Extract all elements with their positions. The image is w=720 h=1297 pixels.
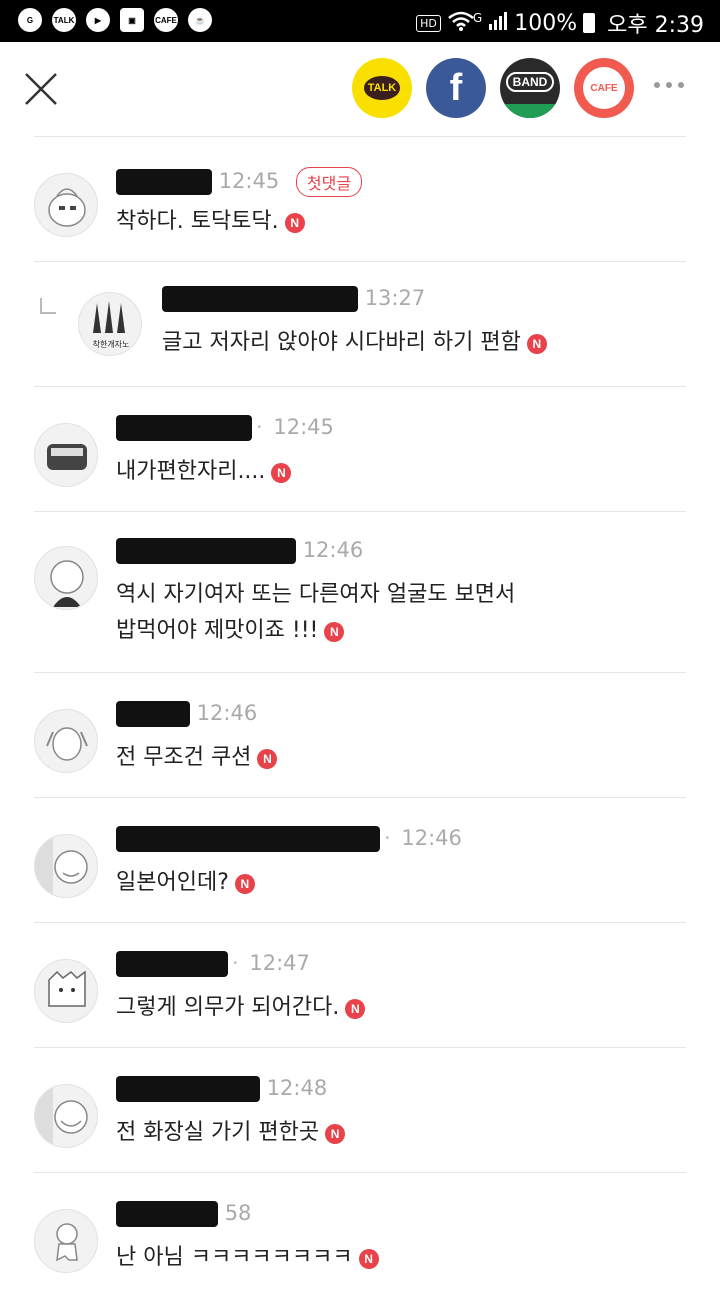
- comment-text: 일본어인데? N: [116, 864, 255, 902]
- comment-item: 12:45 첫댓글 착하다. 토닥토닥. N: [34, 136, 686, 261]
- comment-item: 12:46 역시 자기여자 또는 다른여자 얼굴도 보면서 밥먹어야 제맛이죠 …: [34, 511, 686, 672]
- comment-text: 전 화장실 가기 편한곳 N: [116, 1114, 346, 1152]
- new-badge-icon: N: [526, 334, 547, 354]
- comment-text: 전 무조건 쿠션 N: [116, 739, 278, 777]
- comment-text: 난 아님 ㅋㅋㅋㅋㅋㅋㅋㅋ N: [116, 1239, 379, 1277]
- play-icon: ▶: [86, 8, 110, 32]
- comment-list: 12:45 첫댓글 착하다. 토닥토닥. N 착한개자노 13:27 글고 저자리…: [34, 136, 686, 1297]
- wifi-icon: [447, 10, 475, 37]
- system-status: HD G 100% 오후 2:39: [416, 7, 704, 39]
- comment-time: 12:48: [266, 1076, 328, 1100]
- signal-icon: [488, 10, 508, 36]
- comment-item: · 12:46 일본어인데? N: [34, 797, 686, 922]
- app-g-icon: G: [18, 8, 42, 32]
- reply-item: 착한개자노 13:27 글고 저자리 앉아야 시다바리 하기 편함 N: [34, 261, 686, 386]
- hd-icon: HD: [416, 14, 441, 32]
- share-kakaotalk-button[interactable]: TALK: [352, 58, 412, 118]
- redacted-username: [116, 415, 252, 441]
- comment-time: 12:46: [302, 538, 364, 562]
- comment-meta: · 12:47: [116, 951, 310, 977]
- share-facebook-button[interactable]: f: [426, 58, 486, 118]
- redacted-username: [162, 286, 358, 312]
- comment-text: 그렇게 의무가 되어간다. N: [116, 989, 366, 1027]
- comment-item: · 12:45 내가편한자리.... N: [34, 386, 686, 511]
- first-comment-badge: 첫댓글: [295, 167, 363, 197]
- cafe-icon: CAFE: [154, 8, 178, 32]
- avatar[interactable]: 착한개자노: [78, 292, 142, 356]
- band-green-stripe: [500, 104, 560, 118]
- more-options-icon[interactable]: [654, 82, 684, 88]
- new-badge-icon: N: [358, 1249, 379, 1269]
- network-type: G: [472, 11, 483, 25]
- comment-meta: 13:27: [162, 286, 425, 312]
- new-badge-icon: N: [257, 749, 278, 769]
- share-cafe-button[interactable]: CAFE: [574, 58, 634, 118]
- comment-meta: 12:45 첫댓글: [116, 167, 363, 197]
- comment-item: 58 난 아님 ㅋㅋㅋㅋㅋㅋㅋㅋ N: [34, 1172, 686, 1297]
- avatar[interactable]: [34, 709, 98, 773]
- redacted-username: [116, 1201, 218, 1227]
- gallery-icon: ▣: [120, 8, 144, 32]
- comment-meta: · 12:45: [116, 415, 334, 441]
- share-band-button[interactable]: BAND: [500, 58, 560, 118]
- redacted-username: [116, 169, 212, 195]
- svg-text:착한개자노: 착한개자노: [93, 339, 130, 349]
- avatar[interactable]: [34, 173, 98, 237]
- comment-time: 13:27: [364, 286, 426, 310]
- new-badge-icon: N: [271, 463, 292, 483]
- avatar[interactable]: [34, 834, 98, 898]
- comment-time: 58: [224, 1201, 252, 1225]
- redacted-username: [116, 701, 190, 727]
- redacted-username: [116, 826, 380, 852]
- comment-item: · 12:47 그렇게 의무가 되어간다. N: [34, 922, 686, 1047]
- redacted-username: [116, 538, 296, 564]
- cafe-share-icon: CAFE: [583, 67, 625, 109]
- facebook-icon: f: [449, 66, 463, 109]
- comment-text-line-1: 역시 자기여자 또는 다른여자 얼굴도 보면서: [116, 582, 516, 607]
- new-badge-icon: N: [345, 999, 366, 1019]
- status-bar: G TALK ▶ ▣ CAFE ☕ HD G 100% 오후 2:39: [0, 0, 720, 42]
- new-badge-icon: N: [325, 1124, 346, 1144]
- comment-item: 12:46 전 무조건 쿠션 N: [34, 672, 686, 797]
- comment-text: 착하다. 토닥토닥. N: [116, 203, 305, 241]
- reply-arrow-icon: [40, 298, 56, 314]
- avatar[interactable]: [34, 423, 98, 487]
- clock: 오후 2:39: [607, 13, 704, 38]
- comment-meta: 58: [116, 1201, 251, 1227]
- battery-percent: 100%: [514, 10, 578, 36]
- share-toolbar: TALK f BAND CAFE: [0, 42, 720, 136]
- redacted-username: [116, 951, 228, 977]
- comment-text-line-2: 밥먹어야 제맛이죠 !!! N: [116, 612, 345, 650]
- new-badge-icon: N: [234, 874, 255, 894]
- new-badge-icon: N: [324, 622, 345, 642]
- comment-meta: 12:48: [116, 1076, 327, 1102]
- comment-time: 12:46: [196, 701, 258, 725]
- comment-meta: 12:46: [116, 538, 363, 564]
- comment-text: 글고 저자리 앉아야 시다바리 하기 편함 N: [162, 324, 547, 362]
- coffee-icon: ☕: [188, 8, 212, 32]
- avatar[interactable]: [34, 959, 98, 1023]
- band-icon: BAND: [505, 72, 555, 92]
- avatar[interactable]: [34, 546, 98, 610]
- battery-icon: [583, 13, 596, 33]
- kakaotalk-share-icon: TALK: [363, 76, 401, 100]
- comment-meta: 12:46: [116, 701, 257, 727]
- comment-time: 12:47: [249, 951, 310, 975]
- comment-time: 12:45: [273, 415, 334, 439]
- comment-text: 내가편한자리.... N: [116, 453, 292, 491]
- avatar[interactable]: [34, 1084, 98, 1148]
- redacted-username: [116, 1076, 260, 1102]
- avatar[interactable]: [34, 1209, 98, 1273]
- comment-item: 12:48 전 화장실 가기 편한곳 N: [34, 1047, 686, 1172]
- comment-time: 12:46: [401, 826, 462, 850]
- comment-time: 12:45: [218, 169, 280, 193]
- kakaotalk-icon: TALK: [52, 8, 76, 32]
- new-badge-icon: N: [284, 213, 305, 233]
- close-icon[interactable]: [24, 72, 58, 106]
- notification-icons: G TALK ▶ ▣ CAFE ☕: [18, 8, 212, 32]
- comment-meta: · 12:46: [116, 826, 462, 852]
